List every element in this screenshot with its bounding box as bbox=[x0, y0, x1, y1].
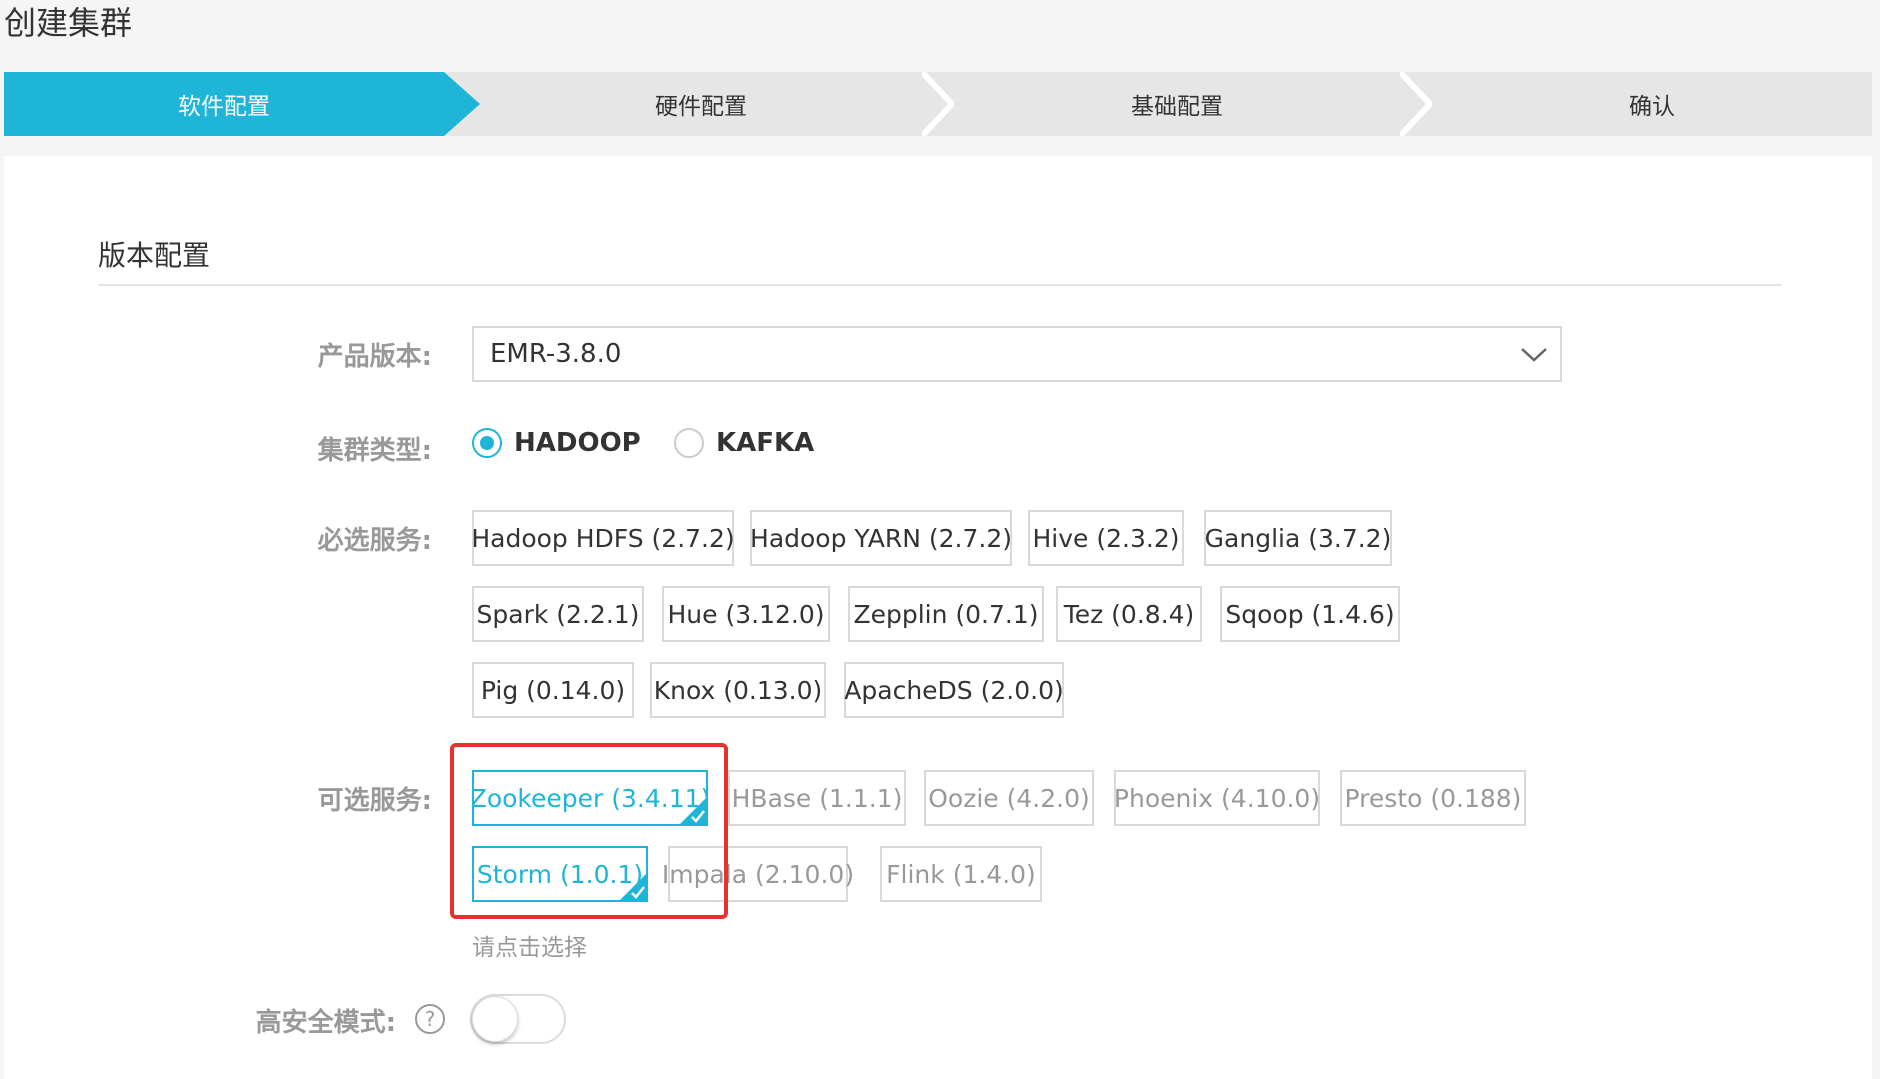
service-tag-required: ApacheDS (2.0.0) bbox=[844, 662, 1064, 718]
high-security-toggle[interactable] bbox=[470, 994, 566, 1044]
radio-hadoop[interactable]: HADOOP bbox=[472, 428, 641, 458]
step-confirm[interactable]: 确认 bbox=[1432, 72, 1872, 136]
service-tag-required: Zepplin (0.7.1) bbox=[848, 586, 1044, 642]
service-tag-required: Hive (2.3.2) bbox=[1028, 510, 1184, 566]
section-divider bbox=[98, 284, 1782, 286]
radio-checked-icon bbox=[472, 428, 502, 458]
toggle-knob bbox=[472, 996, 518, 1042]
svg-text:?: ? bbox=[425, 1007, 436, 1031]
service-tag-required: Pig (0.14.0) bbox=[472, 662, 634, 718]
service-tag-required: Sqoop (1.4.6) bbox=[1220, 586, 1400, 642]
service-tag-required: Knox (0.13.0) bbox=[650, 662, 826, 718]
service-tag-required: Hue (3.12.0) bbox=[662, 586, 830, 642]
service-tag-label: Zookeeper (3.4.11) bbox=[472, 783, 708, 813]
question-circle-icon[interactable]: ? bbox=[414, 1003, 446, 1035]
step-software-config[interactable]: 软件配置 bbox=[4, 72, 444, 136]
chevron-down-icon bbox=[1521, 348, 1547, 362]
service-tag-zookeeper[interactable]: Zookeeper (3.4.11) bbox=[472, 770, 708, 826]
main-panel: 版本配置 产品版本: EMR-3.8.0 集群类型: HADOOP KAFKA … bbox=[4, 156, 1872, 1079]
service-tag-flink[interactable]: Flink (1.4.0) bbox=[880, 846, 1042, 902]
section-title: 版本配置 bbox=[98, 239, 211, 272]
service-tag-required: Hadoop YARN (2.7.2) bbox=[750, 510, 1012, 566]
radio-hadoop-label: HADOOP bbox=[514, 428, 641, 458]
checkmark-icon bbox=[680, 798, 706, 824]
service-tag-impala[interactable]: Impala (2.10.0) bbox=[662, 846, 854, 902]
radio-kafka-label: KAFKA bbox=[716, 428, 815, 458]
step-separator bbox=[1400, 72, 1432, 136]
service-tag-hbase[interactable]: HBase (1.1.1) bbox=[728, 770, 906, 826]
steps-bar: 软件配置 硬件配置 基础配置 确认 bbox=[4, 72, 1872, 136]
high-security-label: 高安全模式: bbox=[255, 1008, 396, 1038]
service-tag-required: Spark (2.2.1) bbox=[472, 586, 644, 642]
radio-kafka[interactable]: KAFKA bbox=[674, 428, 814, 458]
product-version-value: EMR-3.8.0 bbox=[490, 339, 622, 369]
service-tag-required: Tez (0.8.4) bbox=[1056, 586, 1202, 642]
required-services-label: 必选服务: bbox=[317, 526, 432, 556]
product-version-select[interactable]: EMR-3.8.0 bbox=[472, 326, 1562, 382]
step-hardware-config[interactable]: 硬件配置 bbox=[480, 72, 922, 136]
checkmark-icon bbox=[620, 874, 646, 900]
optional-services-label: 可选服务: bbox=[317, 786, 432, 816]
service-tag-storm[interactable]: Storm (1.0.1) bbox=[472, 846, 648, 902]
radio-unchecked-icon bbox=[674, 428, 704, 458]
service-tag-phoenix[interactable]: Phoenix (4.10.0) bbox=[1114, 770, 1320, 826]
step-separator bbox=[922, 72, 954, 136]
service-tag-required: Ganglia (3.7.2) bbox=[1204, 510, 1392, 566]
page-title: 创建集群 bbox=[4, 4, 133, 42]
service-tag-required: Hadoop HDFS (2.7.2) bbox=[471, 510, 735, 566]
service-tag-presto[interactable]: Presto (0.188) bbox=[1340, 770, 1526, 826]
service-tag-oozie[interactable]: Oozie (4.2.0) bbox=[924, 770, 1094, 826]
product-version-label: 产品版本: bbox=[317, 342, 432, 372]
step-basic-config[interactable]: 基础配置 bbox=[954, 72, 1400, 136]
optional-services-hint: 请点击选择 bbox=[472, 935, 587, 961]
cluster-type-label: 集群类型: bbox=[317, 436, 432, 466]
